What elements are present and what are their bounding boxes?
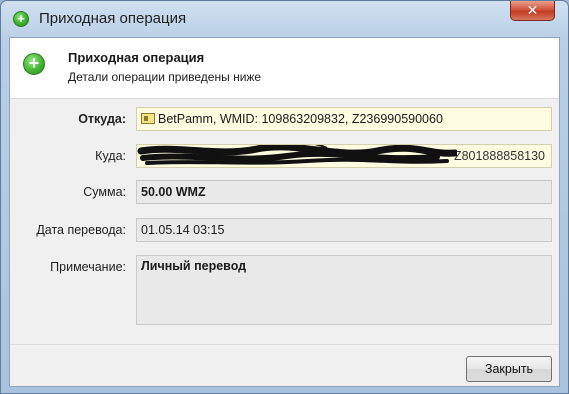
footer-divider bbox=[10, 344, 559, 345]
date-label: Дата перевода: bbox=[36, 223, 126, 237]
window-title: Приходная операция bbox=[39, 10, 187, 27]
from-value: BetPamm, WMID: 109863209832, Z2369905900… bbox=[158, 112, 443, 126]
dialog-header: + Приходная операция Детали операции при… bbox=[10, 38, 559, 99]
plus-circle-icon: + bbox=[13, 11, 29, 27]
to-label: Куда: bbox=[95, 149, 126, 163]
header-subtitle: Детали операции приведены ниже bbox=[68, 70, 262, 84]
plus-circle-icon: + bbox=[23, 53, 45, 75]
header-title: Приходная операция bbox=[68, 50, 205, 65]
note-label: Примечание: bbox=[50, 260, 126, 274]
note-field[interactable]: Личный перевод bbox=[136, 255, 552, 325]
close-button[interactable]: Закрыть bbox=[466, 356, 552, 382]
window-close-button[interactable]: ✕ bbox=[510, 1, 555, 21]
amount-label: Сумма: bbox=[83, 185, 126, 199]
wmid-card-icon bbox=[141, 113, 155, 124]
amount-field: 50.00 WMZ bbox=[136, 180, 552, 204]
title-bar[interactable]: + Приходная операция ✕ bbox=[1, 1, 568, 37]
date-field: 01.05.14 03:15 bbox=[136, 218, 552, 242]
to-value: Z801888858130 bbox=[453, 149, 545, 163]
dialog-body: + Приходная операция Детали операции при… bbox=[9, 37, 560, 387]
to-field[interactable]: Z801888858130 bbox=[136, 144, 552, 168]
from-label: Откуда: bbox=[78, 112, 126, 126]
dialog-window: + Приходная операция ✕ + Приходная опера… bbox=[0, 0, 569, 394]
from-field[interactable]: BetPamm, WMID: 109863209832, Z2369905900… bbox=[136, 107, 552, 131]
redaction-scribble bbox=[137, 145, 457, 165]
